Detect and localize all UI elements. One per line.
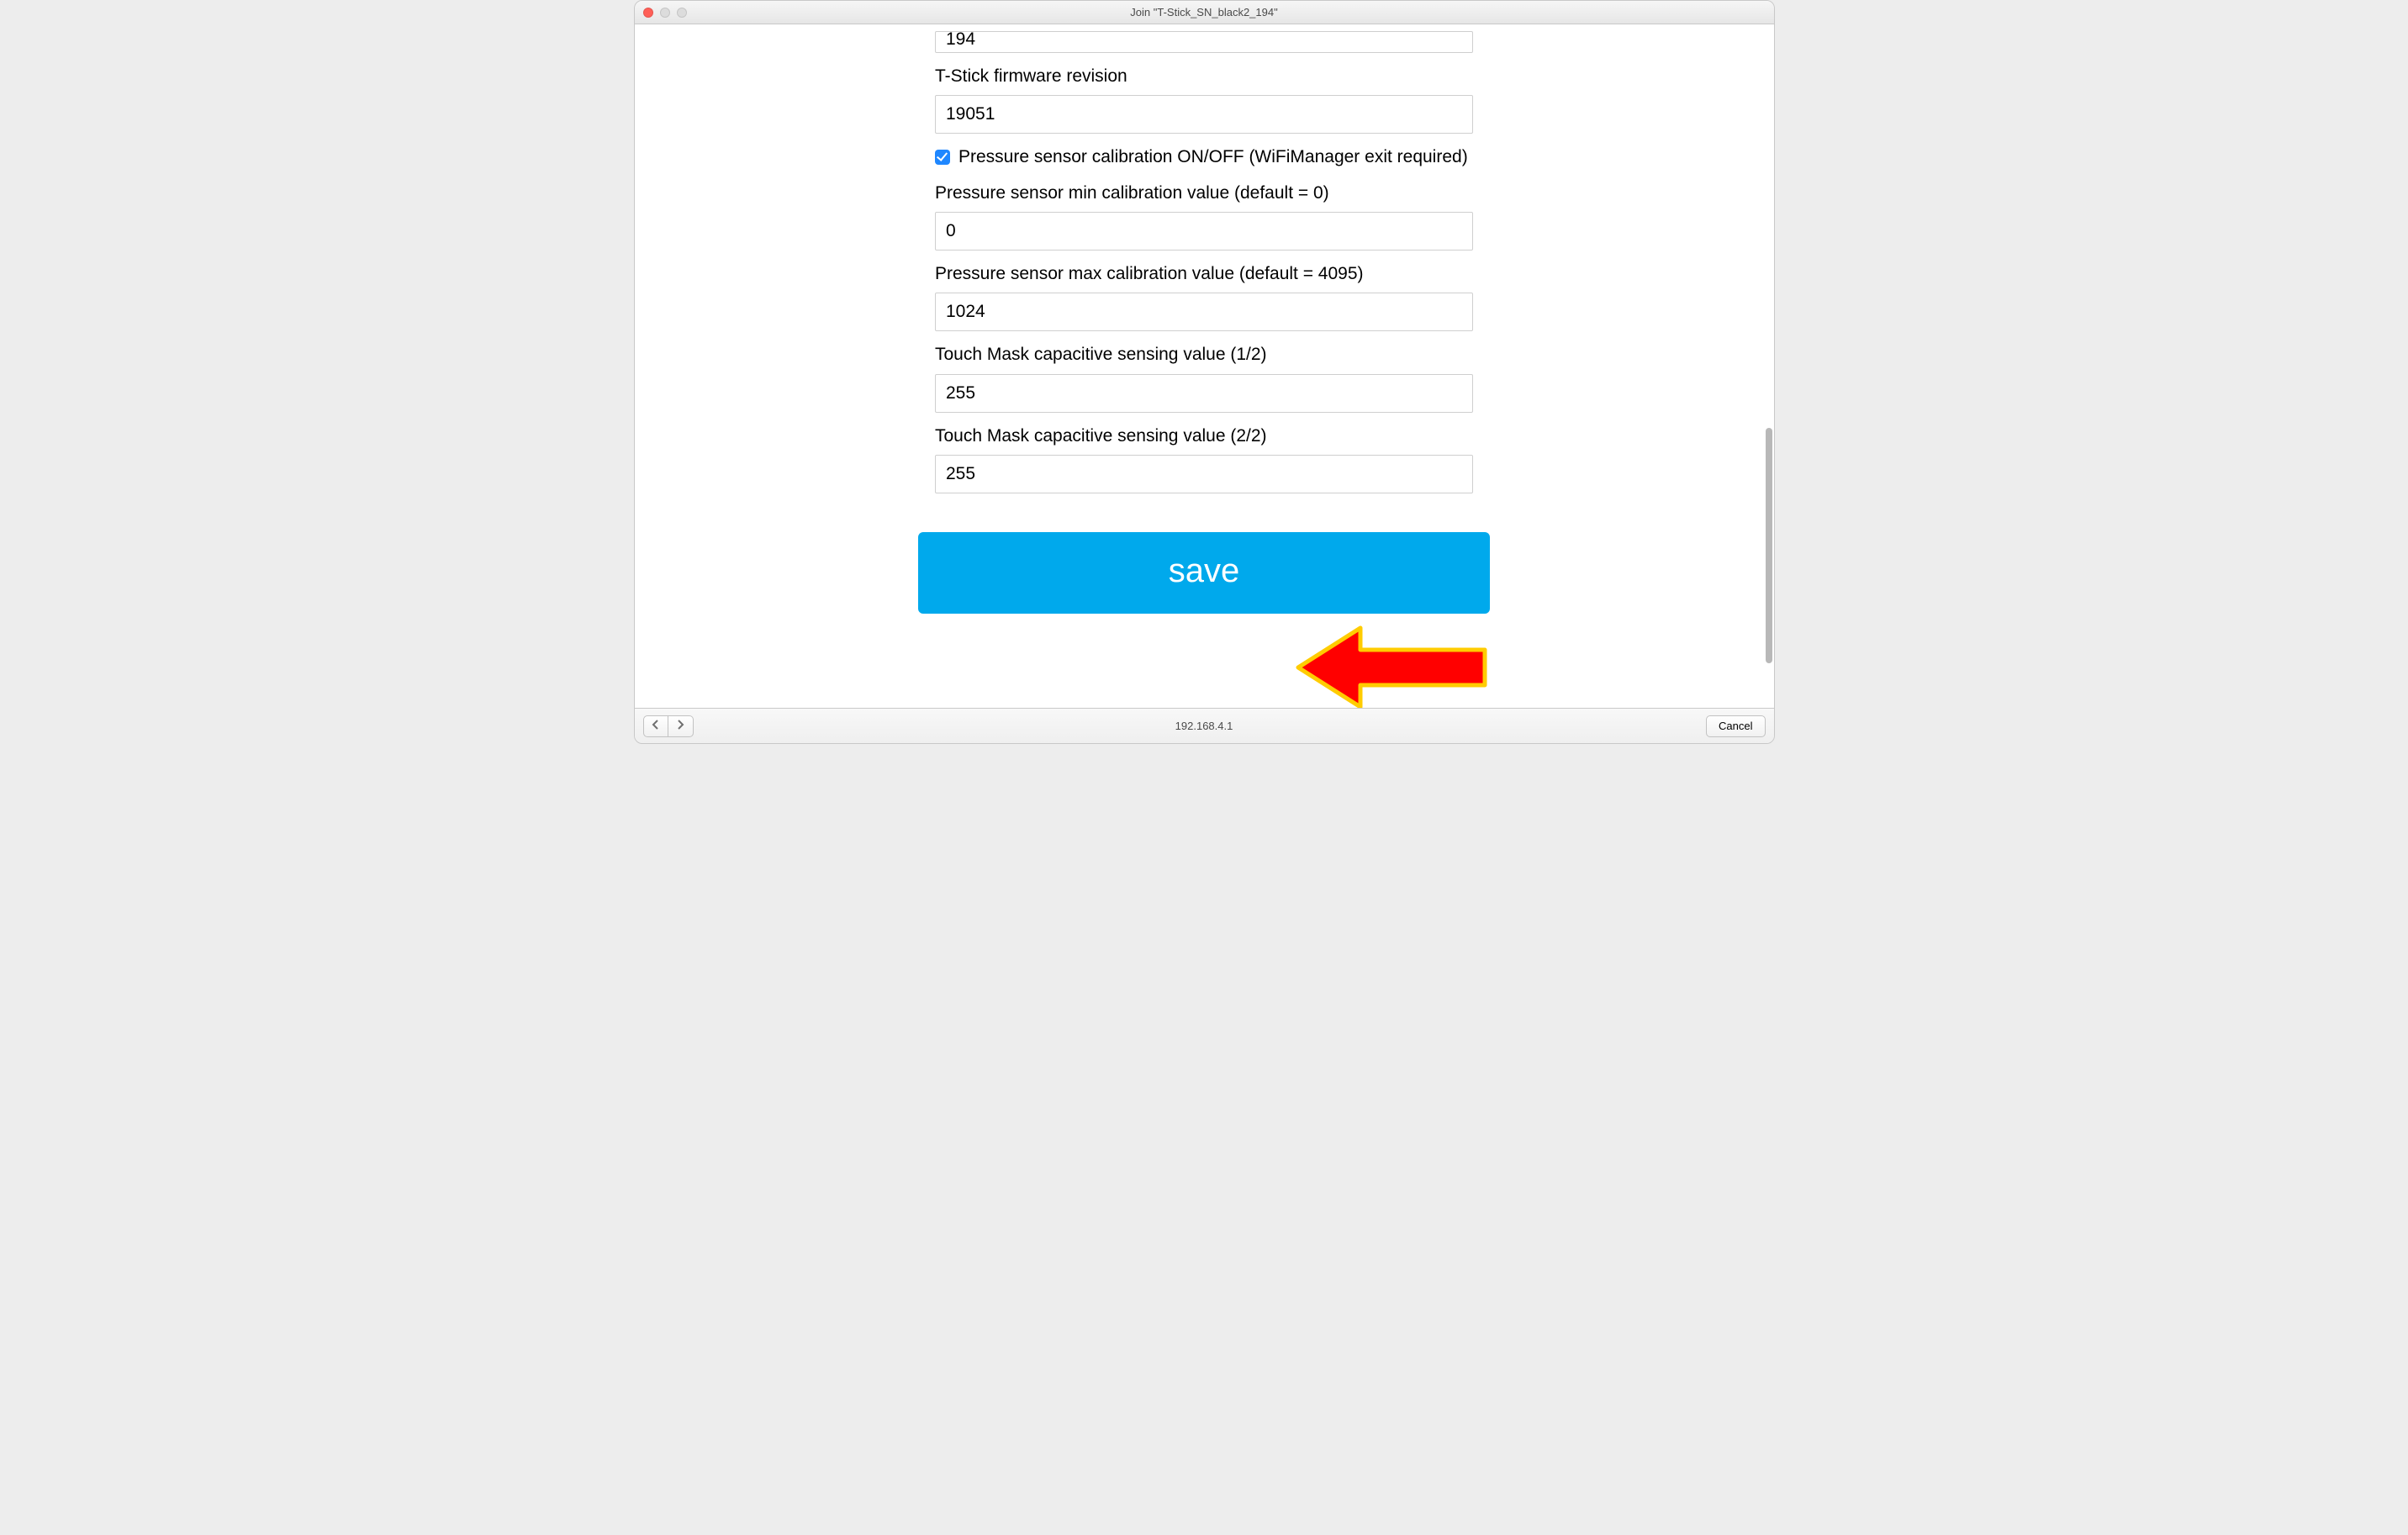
serial-number-input[interactable] — [935, 31, 1473, 53]
content-area: T-Stick firmware revision Pressure senso… — [635, 24, 1774, 708]
cancel-button[interactable]: Cancel — [1706, 715, 1765, 737]
touch-mask-1-label: Touch Mask capacitive sensing value (1/2… — [935, 343, 1473, 367]
max-calibration-input[interactable] — [935, 293, 1473, 331]
minimize-icon — [660, 8, 670, 18]
chevron-right-icon — [676, 719, 684, 734]
scrollbar[interactable] — [1766, 428, 1772, 663]
form: T-Stick firmware revision Pressure senso… — [935, 24, 1473, 614]
calibration-checkbox[interactable] — [935, 150, 950, 165]
calibration-toggle-label: Pressure sensor calibration ON/OFF (WiFi… — [958, 145, 1468, 169]
close-icon[interactable] — [643, 8, 653, 18]
window-controls — [643, 8, 687, 18]
chevron-left-icon — [652, 719, 660, 734]
back-button[interactable] — [643, 715, 668, 737]
firmware-label: T-Stick firmware revision — [935, 65, 1473, 88]
calibration-toggle-row: Pressure sensor calibration ON/OFF (WiFi… — [935, 145, 1473, 169]
annotation-arrow-icon — [1295, 621, 1488, 708]
titlebar: Join "T-Stick_SN_black2_194" — [635, 1, 1774, 24]
max-calibration-label: Pressure sensor max calibration value (d… — [935, 262, 1473, 286]
nav-buttons — [643, 715, 694, 737]
address-text: 192.168.4.1 — [1175, 720, 1233, 732]
forward-button[interactable] — [668, 715, 694, 737]
firmware-input[interactable] — [935, 95, 1473, 134]
save-button[interactable]: save — [918, 532, 1490, 614]
min-calibration-label: Pressure sensor min calibration value (d… — [935, 182, 1473, 205]
touch-mask-2-label: Touch Mask capacitive sensing value (2/2… — [935, 425, 1473, 448]
touch-mask-1-input[interactable] — [935, 374, 1473, 413]
maximize-icon — [677, 8, 687, 18]
min-calibration-input[interactable] — [935, 212, 1473, 251]
bottombar: 192.168.4.1 Cancel — [635, 708, 1774, 743]
window-title: Join "T-Stick_SN_black2_194" — [1130, 6, 1277, 18]
window: Join "T-Stick_SN_black2_194" T-Stick fir… — [634, 0, 1775, 744]
touch-mask-2-input[interactable] — [935, 455, 1473, 493]
